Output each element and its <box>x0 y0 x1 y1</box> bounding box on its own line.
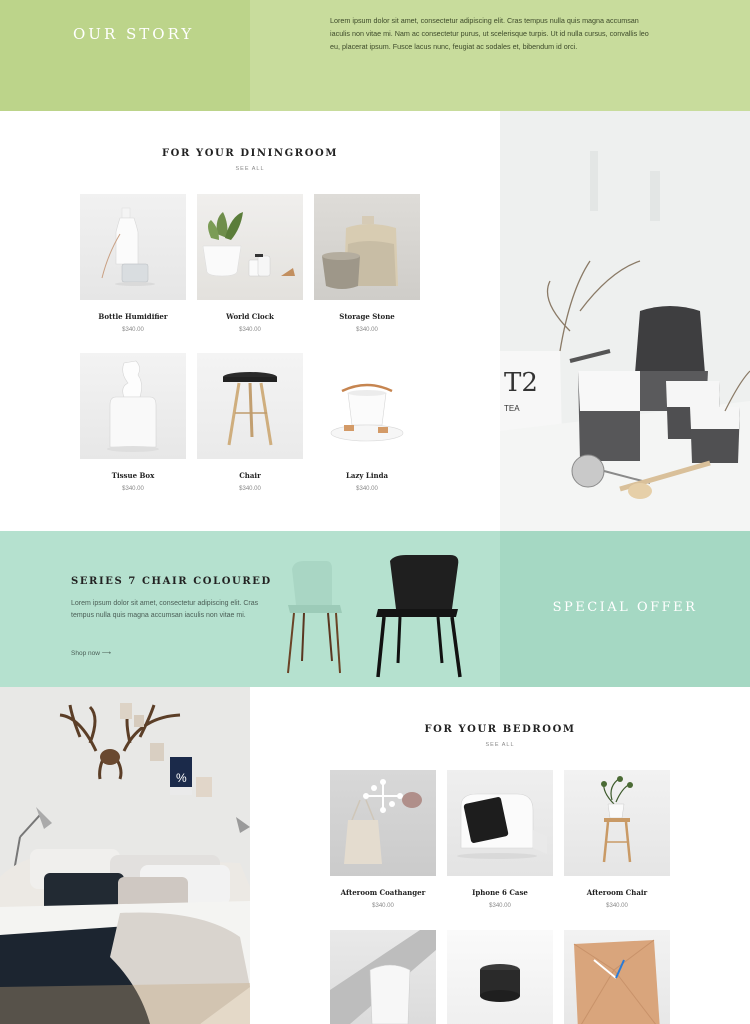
product-image[interactable] <box>314 194 420 300</box>
bedroom-title: FOR YOUR BEDROOM <box>424 724 576 735</box>
bedroom-see-all-link[interactable]: SEE ALL <box>250 742 750 748</box>
product-card[interactable]: Afteroom Coathanger $340.00 <box>330 770 436 909</box>
offer-text: Lorem ipsum dolor sit amet, consectetur … <box>71 600 259 619</box>
product-image[interactable] <box>197 353 303 459</box>
product-card[interactable]: Iphone 6 Case $340.00 <box>447 770 553 909</box>
product-price: $340.00 <box>372 903 394 909</box>
product-card[interactable] <box>330 930 436 1024</box>
product-image[interactable] <box>80 353 186 459</box>
product-card[interactable] <box>564 930 670 1024</box>
story-title: OUR STORY <box>73 25 195 43</box>
product-card[interactable]: Tissue Box $340.00 <box>80 353 186 492</box>
product-name: Iphone 6 Case <box>472 888 528 897</box>
diningroom-title: FOR YOUR DININGROOM <box>161 148 338 159</box>
product-name: Afteroom Coathanger <box>340 888 426 897</box>
diningroom-section: FOR YOUR DININGROOM SEE ALL Bottle Humid… <box>0 111 500 531</box>
product-image[interactable] <box>330 930 436 1024</box>
product-card[interactable]: Lazy Linda $340.00 <box>314 353 420 492</box>
bedroom-photo: % <box>0 687 250 1024</box>
product-card[interactable]: Bottle Humidifier $340.00 <box>80 194 186 333</box>
product-name: Lazy Linda <box>345 471 389 480</box>
story-text: Lorem ipsum dolor sit amet, consectetur … <box>330 16 649 51</box>
shop-now-link[interactable]: Shop now ⟶ <box>71 649 111 657</box>
svg-text:%: % <box>176 771 187 785</box>
product-card[interactable]: Storage Stone $340.00 <box>314 194 420 333</box>
product-image[interactable] <box>564 930 670 1024</box>
product-price: $340.00 <box>356 327 378 333</box>
product-price: $340.00 <box>489 903 511 909</box>
special-offer-label: SPECIAL OFFER <box>552 600 698 615</box>
product-card[interactable] <box>447 930 553 1024</box>
special-offer-panel[interactable]: SPECIAL OFFER <box>500 531 750 687</box>
product-price: $340.00 <box>122 486 144 492</box>
bedroom-section: FOR YOUR BEDROOM SEE ALL Afteroom Coatha… <box>250 687 750 1024</box>
product-price: $340.00 <box>239 486 261 492</box>
our-story-banner: OUR STORY Lorem ipsum dolor sit amet, co… <box>0 0 750 111</box>
svg-text:TEA: TEA <box>504 404 520 413</box>
product-name: Chair <box>239 471 261 480</box>
svg-text:T2: T2 <box>504 368 538 398</box>
product-name: Afteroom Chair <box>586 888 648 897</box>
story-title-panel: OUR STORY <box>0 0 250 111</box>
product-image[interactable] <box>80 194 186 300</box>
product-name: Storage Stone <box>339 312 395 321</box>
product-image[interactable] <box>330 770 436 876</box>
product-price: $340.00 <box>606 903 628 909</box>
diningroom-see-all-link[interactable]: SEE ALL <box>0 166 500 172</box>
product-name: World Clock <box>226 312 274 321</box>
story-text-panel: Lorem ipsum dolor sit amet, consectetur … <box>250 0 750 111</box>
product-image[interactable] <box>447 930 553 1024</box>
product-price: $340.00 <box>356 486 378 492</box>
product-card[interactable]: Afteroom Chair $340.00 <box>564 770 670 909</box>
chairs-image <box>287 555 462 678</box>
special-offer-section: SERIES 7 CHAIR COLOURED Lorem ipsum dolo… <box>0 531 750 687</box>
product-price: $340.00 <box>239 327 261 333</box>
offer-title: SERIES 7 CHAIR COLOURED <box>71 576 272 587</box>
product-image[interactable] <box>564 770 670 876</box>
product-price: $340.00 <box>122 327 144 333</box>
offer-main-panel: SERIES 7 CHAIR COLOURED Lorem ipsum dolo… <box>0 531 500 687</box>
product-name: Tissue Box <box>111 471 155 480</box>
product-card[interactable]: World Clock $340.00 <box>197 194 303 333</box>
product-name: Bottle Humidifier <box>98 312 168 321</box>
product-image[interactable] <box>447 770 553 876</box>
teatime-photo: T2 TEA <box>500 111 750 531</box>
product-image[interactable] <box>197 194 303 300</box>
product-card[interactable]: Chair $340.00 <box>197 353 303 492</box>
product-image[interactable] <box>314 353 420 459</box>
